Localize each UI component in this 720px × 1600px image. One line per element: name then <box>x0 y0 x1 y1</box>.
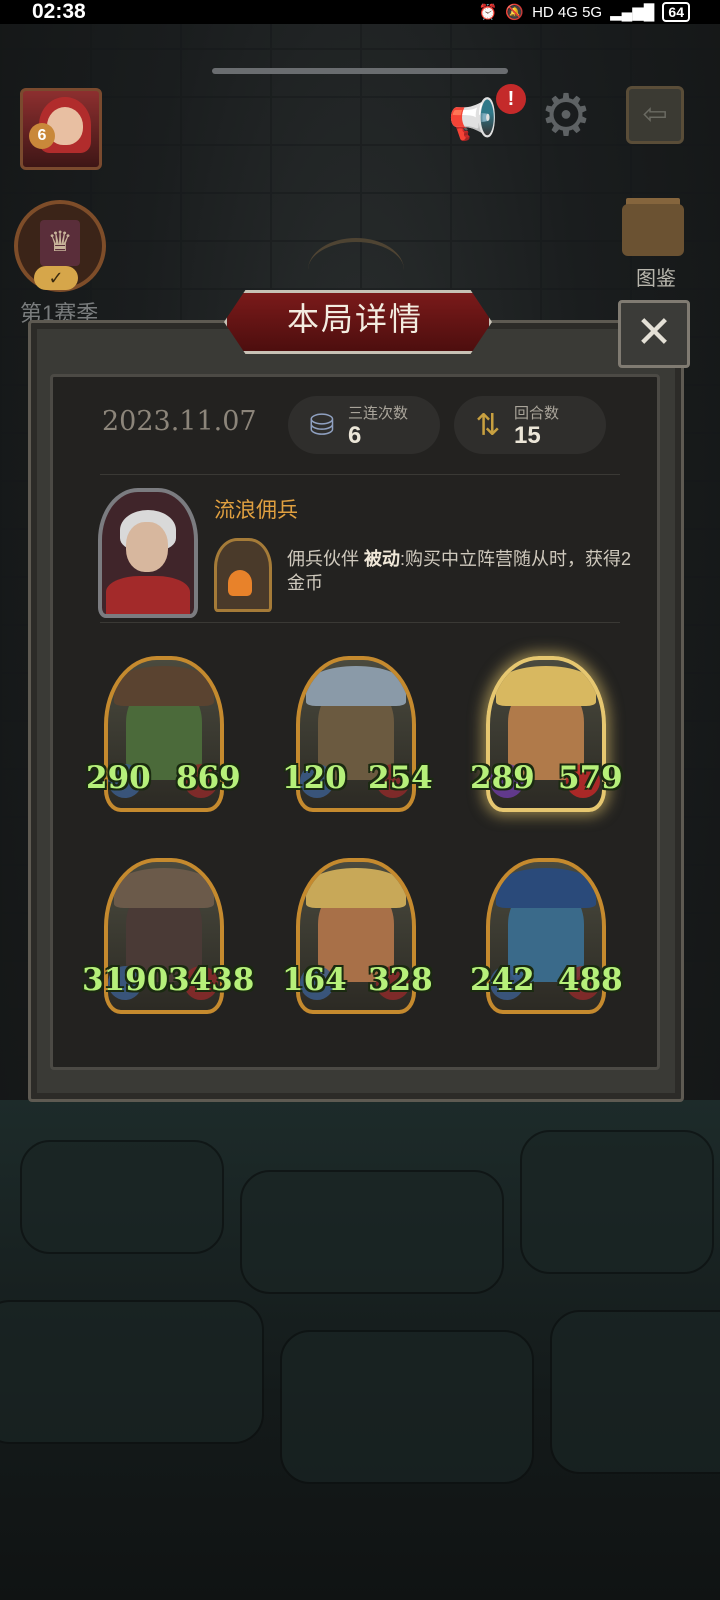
close-button[interactable]: ✕ <box>618 300 690 368</box>
status-time: 02:38 <box>32 0 86 23</box>
mute-icon: 🔕 <box>505 4 525 21</box>
minion-health: 488 <box>558 962 623 998</box>
triple-icon: ⛁ <box>309 409 335 442</box>
alarm-icon: ⏰ <box>478 4 498 21</box>
crown-icon: ♛ <box>40 220 80 266</box>
refresh-icon: ⇅ <box>475 409 501 442</box>
network-indicator: HD 4G 5G <box>532 3 603 21</box>
triples-value: 6 <box>348 422 362 449</box>
minion-attack: 289 <box>470 760 535 796</box>
minion-card[interactable]: 242 488 <box>470 858 623 1014</box>
hero-power-type: 被动 <box>364 549 401 569</box>
minion-attack: 3190 <box>82 962 169 998</box>
check-icon: ✓ <box>34 266 78 290</box>
minion-card[interactable]: 164 328 <box>282 858 433 1014</box>
triples-label: 三连次数 <box>348 405 409 422</box>
book-icon[interactable] <box>622 204 684 256</box>
exit-button[interactable]: ⇦ <box>626 86 684 144</box>
background-floor <box>0 1100 720 1600</box>
minion-health: 579 <box>558 760 623 796</box>
hero-name: 流浪佣兵 <box>214 499 298 522</box>
minion-card[interactable]: 290 869 <box>86 656 241 812</box>
minion-health: 254 <box>368 760 433 796</box>
player-level-badge: 6 <box>29 123 55 149</box>
hero-power-title: 佣兵伙伴 <box>287 549 359 569</box>
rounds-value: 15 <box>514 422 541 449</box>
player-avatar[interactable]: 6 <box>20 88 102 170</box>
arrow-left-icon: ⇦ <box>642 98 668 131</box>
divider <box>100 622 620 623</box>
dialog-title: 本局详情 <box>286 301 423 337</box>
flame-icon <box>228 570 252 596</box>
minion-health: 869 <box>176 760 241 796</box>
minion-card[interactable]: 3190 3438 <box>82 858 254 1014</box>
minion-health: 3438 <box>168 962 255 998</box>
minion-attack: 290 <box>86 760 151 796</box>
match-date: 2023.11.07 <box>102 406 257 437</box>
notification-badge: ! <box>496 84 526 114</box>
minion-card-golden[interactable]: 289 579 <box>470 656 623 812</box>
minion-card[interactable]: 120 254 <box>282 656 433 812</box>
minion-health: 328 <box>368 962 433 998</box>
minion-attack: 164 <box>282 962 347 998</box>
minion-attack: 120 <box>282 760 347 796</box>
rounds-label: 回合数 <box>514 405 560 422</box>
battery-indicator: 64 <box>662 2 690 22</box>
status-icons: ⏰ 🔕 HD 4G 5G ▂▄▆█ 64 <box>479 0 690 24</box>
megaphone-icon[interactable]: 📢 <box>448 96 498 143</box>
drag-handle[interactable] <box>212 68 508 74</box>
triples-stat: ⛁ 三连次数 6 <box>288 396 440 454</box>
divider <box>100 474 620 475</box>
close-icon: ✕ <box>635 308 673 357</box>
codex-label[interactable]: 图鉴 <box>636 262 676 291</box>
rounds-stat: ⇅ 回合数 15 <box>454 396 606 454</box>
gear-icon[interactable]: ⚙ <box>540 84 592 148</box>
hero-portrait[interactable] <box>98 488 198 618</box>
hero-power-description: 佣兵伙伴 被动:购买中立阵营随从时，获得2金币 <box>287 547 647 595</box>
status-bar: 02:38 ⏰ 🔕 HD 4G 5G ▂▄▆█ 64 <box>0 0 720 24</box>
minion-attack: 242 <box>470 962 535 998</box>
signal-icon: ▂▄▆█ <box>610 4 655 21</box>
